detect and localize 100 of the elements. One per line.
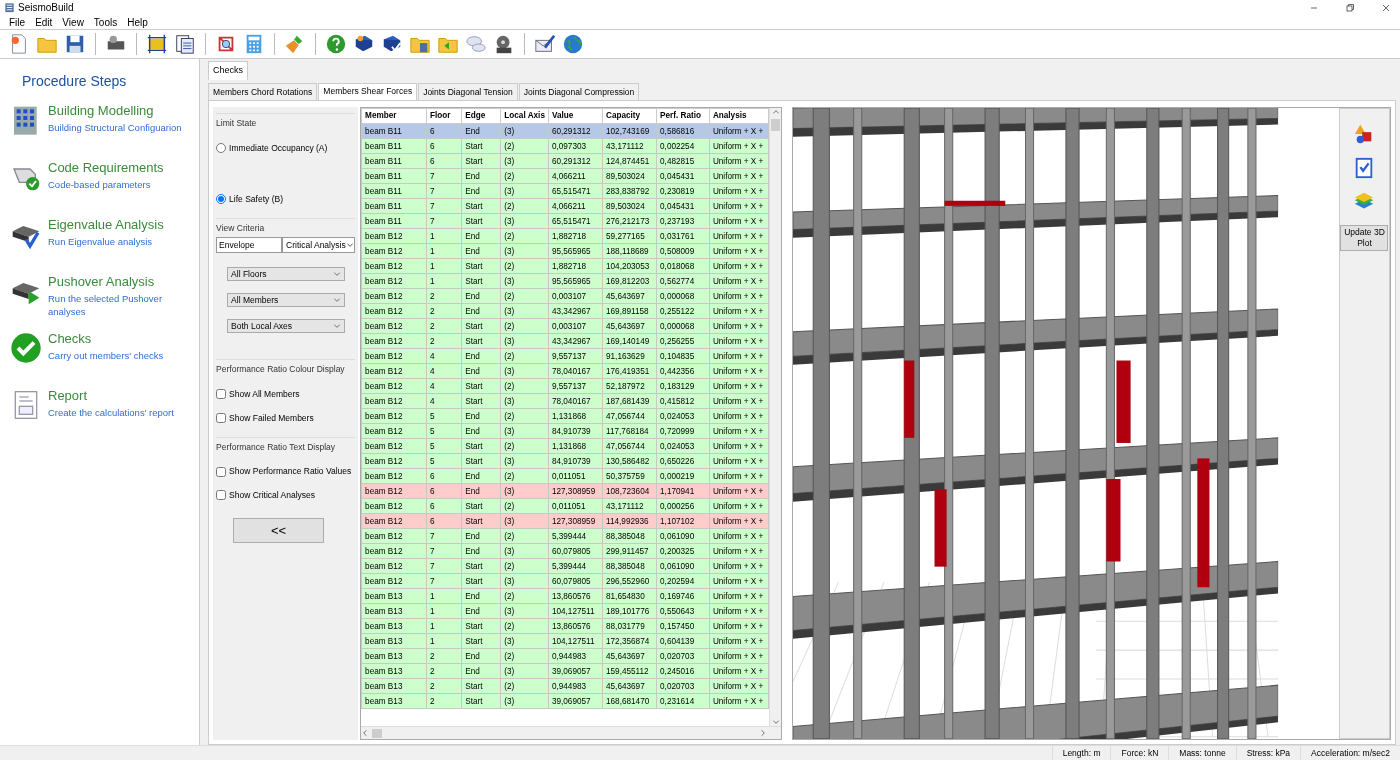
column-header[interactable]: Floor xyxy=(426,108,462,124)
step-link[interactable]: Building Structural Configuarion xyxy=(48,122,182,135)
radio-label[interactable]: Life Safety (B) xyxy=(229,192,283,206)
checkbox-label[interactable]: Show Critical Analyses xyxy=(229,489,316,502)
filter-dropdown[interactable]: Both Local Axes xyxy=(227,319,346,334)
table-row[interactable]: beam B11 6 End (3) 60,291312 102,743169 0,586816 Uniform + X + xyxy=(361,123,769,139)
step-link[interactable]: Create the calculations' report xyxy=(48,407,174,420)
table-row[interactable]: beam B12 7 End (2) 5,399444 88,385048 0,061090 Uniform + X + xyxy=(361,528,769,544)
frame-icon[interactable] xyxy=(146,33,168,55)
table-row[interactable]: beam B13 2 Start (2) 0,944983 45,643697 0,020703 Uniform + X + xyxy=(361,678,769,694)
table-row[interactable]: beam B12 1 Start (3) 95,565965 169,812203 0,562774 Uniform + X + xyxy=(361,273,769,289)
table-row[interactable]: beam B12 1 End (3) 95,565965 188,118689 0,508009 Uniform + X + xyxy=(361,243,769,259)
table-row[interactable]: beam B13 2 End (2) 0,944983 45,643697 0,020703 Uniform + X + xyxy=(361,648,769,664)
vertical-scrollbar[interactable] xyxy=(769,108,782,726)
scroll-right-icon[interactable] xyxy=(759,729,768,737)
table-row[interactable]: beam B12 5 End (3) 84,910739 117,768184 0,720999 Uniform + X + xyxy=(361,423,769,439)
menu-item[interactable]: File xyxy=(4,14,31,30)
radio-label[interactable]: Immediate Occupancy (A) xyxy=(229,142,328,155)
table-row[interactable]: beam B12 2 End (3) 43,342967 169,891158 0,255122 Uniform + X + xyxy=(361,303,769,319)
column-header[interactable]: Perf. Ratio xyxy=(656,108,710,124)
step-link[interactable]: Run Eigenvalue analysis xyxy=(48,236,164,249)
table-row[interactable]: beam B13 2 Start (3) 39,069057 168,681470 0,231614 Uniform + X + xyxy=(361,693,769,709)
help-icon[interactable] xyxy=(325,33,347,55)
column-header[interactable]: Analysis xyxy=(709,108,769,124)
table-row[interactable]: beam B12 4 Start (2) 9,557137 52,187972 0,183129 Uniform + X + xyxy=(361,378,769,394)
table-row[interactable]: beam B11 7 Start (2) 4,066211 89,503024 0,045431 Uniform + X + xyxy=(361,198,769,214)
save-icon[interactable] xyxy=(64,33,86,55)
check-circle-icon[interactable] xyxy=(10,332,42,364)
table-row[interactable]: beam B11 7 End (2) 4,066211 89,503024 0,045431 Uniform + X + xyxy=(361,168,769,184)
checkbox[interactable] xyxy=(216,466,227,477)
scroll-thumb[interactable] xyxy=(372,728,383,738)
scroll-left-icon[interactable] xyxy=(361,729,370,737)
tab[interactable]: Joints Diagonal Tension xyxy=(418,82,518,101)
column-header[interactable]: Capacity xyxy=(602,108,657,124)
checkbox[interactable] xyxy=(216,389,227,400)
table-row[interactable]: beam B12 6 Start (3) 127,308959 114,992936 1,107102 Uniform + X + xyxy=(361,513,769,529)
table-row[interactable]: beam B13 1 Start (2) 13,860576 88,031779 0,157450 Uniform + X + xyxy=(361,618,769,634)
scroll-down-icon[interactable] xyxy=(771,718,780,726)
column-header[interactable]: Member xyxy=(361,108,427,124)
column-header[interactable]: Local Axis xyxy=(500,108,549,124)
step-title[interactable]: Pushover Analysis xyxy=(48,275,200,290)
table-row[interactable]: beam B12 5 End (2) 1,131868 47,056744 0,024053 Uniform + X + xyxy=(361,408,769,424)
table-row[interactable]: beam B13 1 End (2) 13,860576 81,654830 0,169746 Uniform + X + xyxy=(361,588,769,604)
checkbox[interactable] xyxy=(216,490,227,501)
step-link[interactable]: Code-based parameters xyxy=(48,179,164,192)
menu-item[interactable]: Edit xyxy=(30,14,58,30)
table-row[interactable]: beam B11 6 Start (2) 0,097303 43,171112 0,002254 Uniform + X + xyxy=(361,138,769,154)
menu-item[interactable]: Tools xyxy=(88,14,123,30)
menu-item[interactable]: View xyxy=(57,14,89,30)
step-link[interactable]: Run the selected Pushover analyses xyxy=(48,293,200,318)
table-row[interactable]: beam B11 7 Start (3) 65,515471 276,212173 0,237193 Uniform + X + xyxy=(361,213,769,229)
scroll-thumb[interactable] xyxy=(771,119,781,132)
table-row[interactable]: beam B12 5 Start (2) 1,131868 47,056744 0,024053 Uniform + X + xyxy=(361,438,769,454)
table-row[interactable]: beam B13 1 End (3) 104,127511 189,101776 0,550643 Uniform + X + xyxy=(361,603,769,619)
collapse-button[interactable]: << xyxy=(233,517,325,543)
table-row[interactable]: beam B13 1 Start (3) 104,127511 172,356874 0,604139 Uniform + X + xyxy=(361,633,769,649)
table-row[interactable]: beam B12 6 End (3) 127,308959 108,723604 1,170941 Uniform + X + xyxy=(361,483,769,499)
tab[interactable]: Members Shear Forces xyxy=(318,82,418,101)
checkbox[interactable] xyxy=(216,413,227,424)
analysis-dropdown[interactable]: Critical Analysis xyxy=(282,237,356,254)
step-link[interactable]: Carry out members' checks xyxy=(48,350,164,363)
table-row[interactable]: beam B12 1 Start (2) 1,882718 104,203053 0,018068 Uniform + X + xyxy=(361,258,769,274)
menu-item[interactable]: Help xyxy=(122,14,153,30)
table-row[interactable]: beam B12 7 End (3) 60,079805 299,911457 0,200325 Uniform + X + xyxy=(361,543,769,559)
maximize-icon[interactable] xyxy=(1344,1,1356,14)
step-title[interactable]: Building Modelling xyxy=(48,104,182,119)
table-row[interactable]: beam B12 2 End (2) 0,003107 45,643697 0,000068 Uniform + X + xyxy=(361,288,769,304)
radio-button[interactable] xyxy=(216,194,227,205)
table-row[interactable]: beam B12 6 Start (2) 0,011051 43,171112 0,000256 Uniform + X + xyxy=(361,498,769,514)
table-row[interactable]: beam B12 1 End (2) 1,882718 59,277165 0,031761 Uniform + X + xyxy=(361,228,769,244)
checkbox-label[interactable]: Show Failed Members xyxy=(229,411,314,425)
horizontal-scrollbar[interactable] xyxy=(361,726,782,739)
tab[interactable]: Joints Diagonal Compression xyxy=(518,82,640,101)
table-row[interactable]: beam B12 4 End (2) 9,557137 91,163629 0,104835 Uniform + X + xyxy=(361,348,769,364)
checkbox-label[interactable]: Show All Members xyxy=(229,388,300,401)
envelope-pen-icon[interactable] xyxy=(534,33,556,55)
table-row[interactable]: beam B11 6 Start (3) 60,291312 124,874451 0,482815 Uniform + X + xyxy=(361,153,769,169)
step-title[interactable]: Code Requirements xyxy=(48,161,164,176)
step-title[interactable]: Checks xyxy=(48,332,164,347)
globe-icon[interactable] xyxy=(562,33,584,55)
step-title[interactable]: Eigenvalue Analysis xyxy=(48,218,164,233)
filter-dropdown[interactable]: All Members xyxy=(227,293,346,308)
table-row[interactable]: beam B12 7 Start (2) 5,399444 88,385048 0,061090 Uniform + X + xyxy=(361,558,769,574)
table-row[interactable]: beam B12 2 Start (3) 43,342967 169,140149 0,256255 Uniform + X + xyxy=(361,333,769,349)
tab[interactable]: Checks xyxy=(208,61,249,80)
checkbox-label[interactable]: Show Performance Ratio Values xyxy=(229,465,352,478)
table-row[interactable]: beam B12 5 Start (3) 84,910739 130,586482 0,650226 Uniform + X + xyxy=(361,453,769,469)
table-row[interactable]: beam B13 2 End (3) 39,069057 159,455112 0,245016 Uniform + X + xyxy=(361,663,769,679)
radio-button[interactable] xyxy=(216,143,227,154)
table-row[interactable]: beam B11 7 End (3) 65,515471 283,838792 0,230819 Uniform + X + xyxy=(361,183,769,199)
table-row[interactable]: beam B12 2 Start (2) 0,003107 45,643697 0,000068 Uniform + X + xyxy=(361,318,769,334)
column-header[interactable]: Edge xyxy=(461,108,501,124)
update-plot-button[interactable]: Update 3D Plot xyxy=(1340,225,1389,252)
filter-dropdown[interactable]: All Floors xyxy=(227,267,346,282)
table-row[interactable]: beam B12 4 End (3) 78,040167 176,419351 0,442356 Uniform + X + xyxy=(361,363,769,379)
table-row[interactable]: beam B12 7 Start (3) 60,079805 296,552960 0,202594 Uniform + X + xyxy=(361,573,769,589)
document-icon[interactable] xyxy=(174,33,196,55)
table-row[interactable]: beam B12 6 End (2) 0,011051 50,375759 0,000219 Uniform + X + xyxy=(361,468,769,484)
table-row[interactable]: beam B12 4 Start (3) 78,040167 187,681439 0,415812 Uniform + X + xyxy=(361,393,769,409)
tab[interactable]: Members Chord Rotations xyxy=(208,82,318,101)
